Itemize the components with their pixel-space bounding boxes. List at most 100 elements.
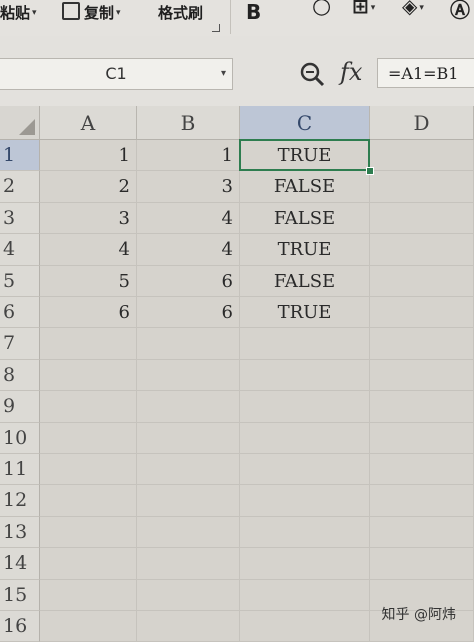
paste-button[interactable]: 粘贴 ▾ <box>0 2 37 24</box>
cell-a2[interactable]: 2 <box>40 171 137 203</box>
cell-d6[interactable] <box>370 297 474 329</box>
chevron-down-icon[interactable]: ▾ <box>116 8 121 18</box>
row-header-9[interactable]: 9 <box>0 391 40 423</box>
cell-c8[interactable] <box>240 359 370 392</box>
cell-d4[interactable] <box>370 234 474 266</box>
cell-b6[interactable]: 6 <box>137 297 240 329</box>
cell-d8[interactable] <box>370 359 474 392</box>
cell-a11[interactable] <box>40 454 137 486</box>
dialog-launcher-icon[interactable] <box>212 24 220 32</box>
cell-b4[interactable]: 4 <box>137 234 240 266</box>
cell-c7[interactable] <box>240 328 370 360</box>
fill-color-icon[interactable]: ◈ ▾ <box>402 0 424 18</box>
cell-d10[interactable] <box>370 422 474 454</box>
cell-d3[interactable] <box>370 202 474 235</box>
row-header-6[interactable]: 6 <box>0 297 40 329</box>
cell-a6[interactable]: 6 <box>40 297 137 329</box>
cell-a7[interactable] <box>40 328 137 360</box>
column-header-d[interactable]: D <box>370 106 474 140</box>
row-header-7[interactable]: 7 <box>0 328 40 360</box>
cell-a5[interactable]: 5 <box>40 265 137 297</box>
cell-c5[interactable]: FALSE <box>240 265 370 297</box>
row-header-2[interactable]: 2 <box>0 171 40 203</box>
cell-b9[interactable] <box>137 391 240 423</box>
cell-a15[interactable] <box>40 579 137 611</box>
cell-c13[interactable] <box>240 516 370 549</box>
cell-c2[interactable]: FALSE <box>240 171 370 203</box>
cell-d1[interactable] <box>370 140 474 172</box>
cell-d9[interactable] <box>370 391 474 423</box>
cell-c9[interactable] <box>240 391 370 423</box>
font-color-icon[interactable]: ○ <box>312 0 331 19</box>
chevron-down-icon[interactable]: ▾ <box>419 3 424 13</box>
bold-icon[interactable]: B <box>246 0 261 24</box>
cell-a16[interactable] <box>40 611 137 642</box>
font-size-icon[interactable]: Ⓐ <box>450 0 470 23</box>
cell-c6[interactable]: TRUE <box>240 297 370 329</box>
cell-c12[interactable] <box>240 485 370 517</box>
cell-c16[interactable] <box>240 611 370 642</box>
cell-a9[interactable] <box>40 391 137 423</box>
cell-c14[interactable] <box>240 548 370 580</box>
row-header-1[interactable]: 1 <box>0 140 40 172</box>
cell-a8[interactable] <box>40 359 137 392</box>
row-header-15[interactable]: 15 <box>0 579 40 611</box>
cell-c10[interactable] <box>240 422 370 454</box>
copy-button[interactable]: 复制 ▾ <box>62 2 121 24</box>
cell-b11[interactable] <box>137 454 240 486</box>
column-header-b[interactable]: B <box>137 106 240 140</box>
cell-b15[interactable] <box>137 579 240 611</box>
zoom-icon[interactable] <box>298 60 326 88</box>
cell-b2[interactable]: 3 <box>137 171 240 203</box>
fx-icon[interactable]: fx <box>340 58 362 86</box>
cell-a12[interactable] <box>40 485 137 517</box>
cell-d13[interactable] <box>370 516 474 549</box>
select-all-corner[interactable] <box>0 106 40 140</box>
chevron-down-icon[interactable]: ▾ <box>32 8 37 18</box>
row-header-3[interactable]: 3 <box>0 202 40 235</box>
cell-a14[interactable] <box>40 548 137 580</box>
cell-b5[interactable]: 6 <box>137 265 240 297</box>
row-header-10[interactable]: 10 <box>0 422 40 454</box>
cell-b16[interactable] <box>137 611 240 642</box>
row-header-4[interactable]: 4 <box>0 234 40 266</box>
cell-b7[interactable] <box>137 328 240 360</box>
cell-a4[interactable]: 4 <box>40 234 137 266</box>
column-header-c[interactable]: C <box>240 106 370 140</box>
row-header-11[interactable]: 11 <box>0 454 40 486</box>
cell-c1[interactable]: TRUE <box>240 140 370 172</box>
cell-d14[interactable] <box>370 548 474 580</box>
border-icon[interactable]: ⊞ ▾ <box>352 0 375 18</box>
cell-a3[interactable]: 3 <box>40 202 137 235</box>
cell-b10[interactable] <box>137 422 240 454</box>
row-header-12[interactable]: 12 <box>0 485 40 517</box>
cell-d2[interactable] <box>370 171 474 203</box>
row-header-14[interactable]: 14 <box>0 548 40 580</box>
cell-c15[interactable] <box>240 579 370 611</box>
cell-b8[interactable] <box>137 359 240 392</box>
cell-d11[interactable] <box>370 454 474 486</box>
cell-b12[interactable] <box>137 485 240 517</box>
column-header-a[interactable]: A <box>40 106 137 140</box>
chevron-down-icon[interactable]: ▾ <box>221 59 226 89</box>
cell-b1[interactable]: 1 <box>137 140 240 172</box>
row-header-16[interactable]: 16 <box>0 611 40 642</box>
cell-c11[interactable] <box>240 454 370 486</box>
row-header-13[interactable]: 13 <box>0 516 40 549</box>
format-painter-button[interactable]: 格式刷 <box>158 2 203 24</box>
formula-input[interactable]: =A1=B1 <box>377 58 474 88</box>
cell-c3[interactable]: FALSE <box>240 202 370 235</box>
cell-d7[interactable] <box>370 328 474 360</box>
cell-d12[interactable] <box>370 485 474 517</box>
row-header-8[interactable]: 8 <box>0 359 40 392</box>
fill-handle[interactable] <box>366 167 374 176</box>
name-box[interactable]: C1 ▾ <box>0 58 233 90</box>
cell-b3[interactable]: 4 <box>137 202 240 235</box>
cell-a10[interactable] <box>40 422 137 454</box>
row-header-5[interactable]: 5 <box>0 265 40 297</box>
cell-d5[interactable] <box>370 265 474 297</box>
cell-b14[interactable] <box>137 548 240 580</box>
cell-a1[interactable]: 1 <box>40 140 137 172</box>
chevron-down-icon[interactable]: ▾ <box>371 3 376 13</box>
cell-b13[interactable] <box>137 516 240 549</box>
